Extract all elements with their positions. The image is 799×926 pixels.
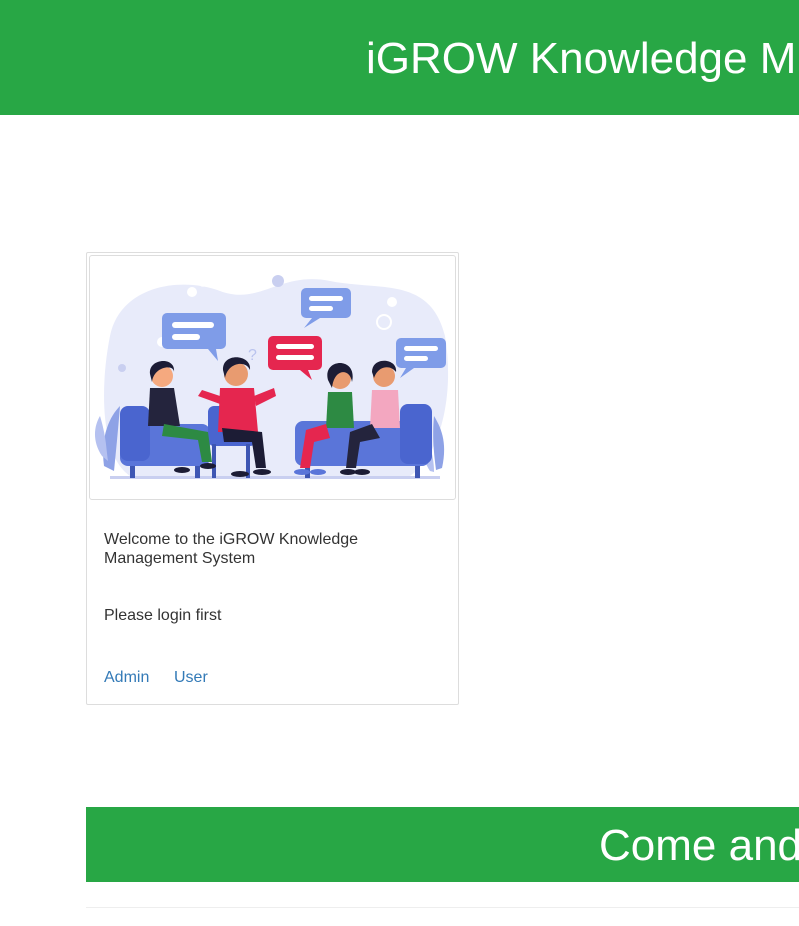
welcome-card: ? Welcome to the iGROW Knowledge Managem… bbox=[86, 252, 459, 705]
user-login-link[interactable]: User bbox=[174, 668, 208, 687]
section-banner: Come and bbox=[86, 807, 799, 882]
admin-login-link[interactable]: Admin bbox=[104, 668, 149, 687]
site-title: iGROW Knowledge M bbox=[366, 34, 797, 83]
people-discussion-illustration: ? bbox=[89, 255, 456, 500]
page-header: iGROW Knowledge M bbox=[0, 0, 799, 115]
banner-title: Come and bbox=[599, 821, 799, 870]
section-divider bbox=[86, 907, 799, 908]
welcome-text: Welcome to the iGROW Knowledge Managemen… bbox=[104, 531, 359, 567]
login-prompt: Please login first bbox=[104, 607, 222, 624]
svg-text:?: ? bbox=[248, 347, 257, 364]
